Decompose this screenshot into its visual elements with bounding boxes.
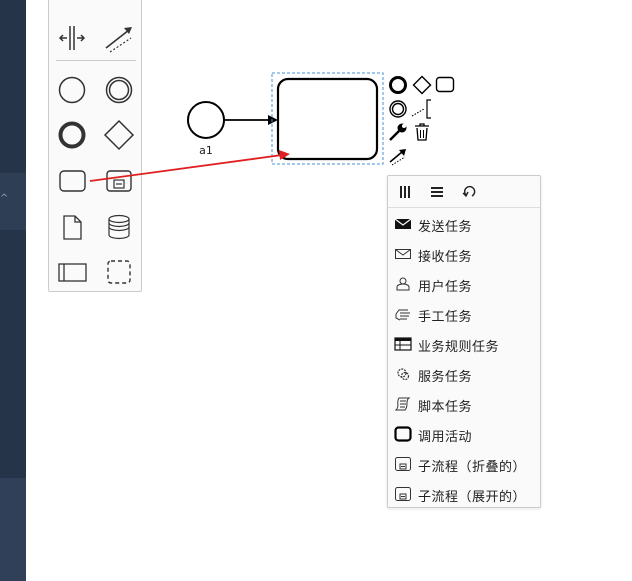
entry-label: 子流程（折叠的） xyxy=(418,460,527,475)
replace-with-business-rule-task[interactable]: 业务规则任务 xyxy=(388,329,540,359)
start-event-label: a1 xyxy=(199,144,213,157)
service-task-icon xyxy=(397,368,410,381)
append-gateway-icon[interactable] xyxy=(412,75,432,95)
replace-with-collapsed-subprocess[interactable]: 子流程（折叠的） xyxy=(388,449,540,479)
replace-with-user-task[interactable]: 用户任务 xyxy=(388,269,540,299)
append-intermediate-event-icon[interactable] xyxy=(388,99,408,119)
entry-label: 发送任务 xyxy=(418,220,473,235)
append-text-annotation-icon[interactable] xyxy=(411,99,431,119)
start-event-a1[interactable] xyxy=(187,101,225,139)
entry-label: 接收任务 xyxy=(418,250,473,265)
trash-icon[interactable] xyxy=(412,122,432,142)
expanded-subprocess-icon xyxy=(395,487,411,501)
entry-label: 服务任务 xyxy=(418,370,473,385)
script-task-icon xyxy=(394,397,411,411)
entry-label: 业务规则任务 xyxy=(418,340,500,355)
user-task-icon xyxy=(396,277,410,291)
replace-with-service-task[interactable]: 服务任务 xyxy=(388,359,540,389)
selected-task[interactable] xyxy=(276,77,379,161)
parallel-multi-instance-icon[interactable] xyxy=(394,182,416,202)
annotation-arrow xyxy=(89,150,290,182)
replace-with-manual-task[interactable]: 手工任务 xyxy=(388,299,540,329)
connect-icon[interactable] xyxy=(388,146,408,166)
call-activity-icon xyxy=(394,426,412,442)
append-end-event-icon[interactable] xyxy=(388,75,408,95)
replace-with-receive-task[interactable]: 接收任务 xyxy=(388,239,540,269)
entry-label: 用户任务 xyxy=(418,280,473,295)
bpmn-editor: ^ a1 发送任务 接收任务 用户任务 手工任务 业务规则任务 服务任务 脚本任… xyxy=(0,0,632,581)
replace-with-send-task[interactable]: 发送任务 xyxy=(388,209,540,239)
wrench-icon[interactable] xyxy=(388,122,408,142)
loop-icon[interactable] xyxy=(458,182,480,202)
append-task-icon[interactable] xyxy=(435,75,455,95)
replace-menu: 发送任务 接收任务 用户任务 手工任务 业务规则任务 服务任务 脚本任务 调用活… xyxy=(387,175,541,508)
collapsed-subprocess-icon xyxy=(395,457,411,471)
entry-label: 脚本任务 xyxy=(418,400,473,415)
entry-label: 调用活动 xyxy=(418,430,473,445)
replace-with-call-activity[interactable]: 调用活动 xyxy=(388,419,540,449)
replace-menu-header xyxy=(388,176,540,208)
send-task-icon xyxy=(394,218,412,229)
replace-with-expanded-subprocess[interactable]: 子流程（展开的） xyxy=(388,479,540,509)
business-rule-task-icon xyxy=(394,337,412,351)
manual-task-icon xyxy=(395,309,410,321)
entry-label: 子流程（展开的） xyxy=(418,490,527,505)
entry-label: 手工任务 xyxy=(418,310,473,325)
replace-with-script-task[interactable]: 脚本任务 xyxy=(388,389,540,419)
sequential-multi-instance-icon[interactable] xyxy=(426,182,448,202)
sequence-flow[interactable] xyxy=(224,115,278,125)
receive-task-icon xyxy=(395,249,411,259)
